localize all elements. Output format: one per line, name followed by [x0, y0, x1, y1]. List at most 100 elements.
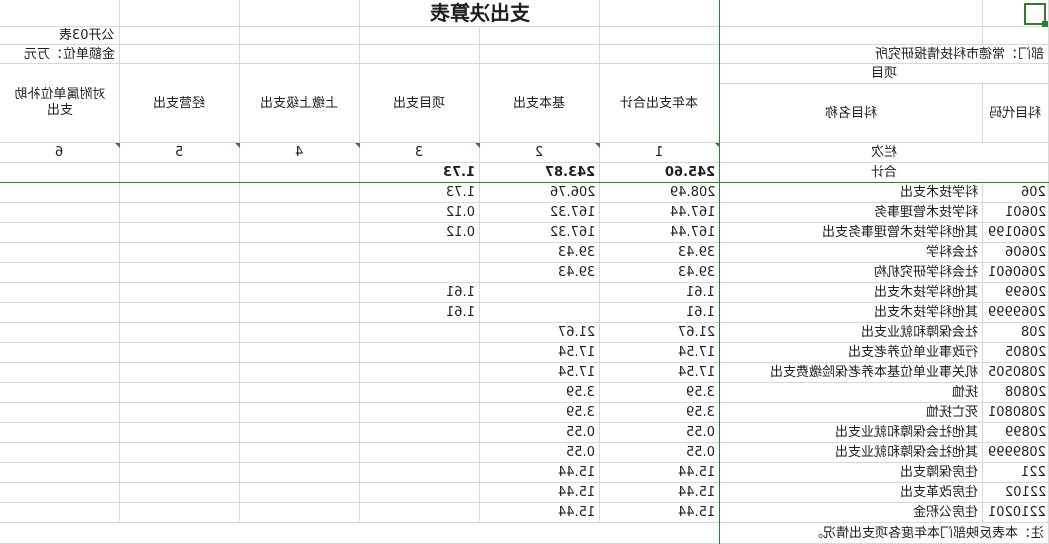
cell-empty[interactable]	[0, 283, 120, 303]
cell-subject-name[interactable]: 其他社会保障和就业支出	[720, 423, 983, 443]
cell-subject-name[interactable]: 机关事业单位基本养老保险缴费支出	[720, 363, 983, 383]
header-project[interactable]: 项目	[720, 64, 1049, 84]
cell-subject-code[interactable]: 2060199	[983, 223, 1049, 243]
cell-project[interactable]: 0.12	[360, 223, 480, 243]
cell-empty[interactable]	[0, 503, 120, 523]
cell-empty[interactable]	[240, 383, 360, 403]
cell-empty[interactable]	[240, 363, 360, 383]
cell-empty[interactable]	[120, 283, 240, 303]
header-basic[interactable]: 基本支出	[480, 64, 600, 143]
cell-basic[interactable]: 15.44	[480, 503, 600, 523]
cell-project[interactable]	[360, 403, 480, 423]
cell-empty[interactable]	[120, 243, 240, 263]
cell-basic[interactable]	[480, 303, 600, 323]
cell-subject-code[interactable]: 20606	[983, 243, 1049, 263]
cell-empty[interactable]	[360, 27, 480, 45]
header-business[interactable]: 经营支出	[120, 64, 240, 143]
cell-empty[interactable]	[240, 27, 360, 45]
index-4[interactable]: 4	[240, 143, 360, 163]
index-6[interactable]: 6	[0, 143, 120, 163]
cell-empty[interactable]	[120, 263, 240, 283]
cell-subject-name[interactable]: 抚恤	[720, 383, 983, 403]
cell-total[interactable]: 15.44	[600, 483, 720, 503]
cell-project[interactable]: 1.73	[360, 183, 480, 203]
cell-basic[interactable]: 21.67	[480, 323, 600, 343]
cell-subject-name[interactable]: 住房改革支出	[720, 483, 983, 503]
cell-total[interactable]: 167.44	[600, 223, 720, 243]
cell-subject-name[interactable]: 社会科学	[720, 243, 983, 263]
cell-basic[interactable]: 39.43	[480, 243, 600, 263]
cell-subject-name[interactable]: 社会科学研究机构	[720, 263, 983, 283]
cell-subject-name[interactable]: 其他科学技术管理事务支出	[720, 223, 983, 243]
cell-empty[interactable]	[0, 343, 120, 363]
header-subsidy[interactable]: 对附属单位补助支出	[0, 64, 120, 143]
cell-empty[interactable]	[0, 423, 120, 443]
cell-empty[interactable]	[0, 383, 120, 403]
cell-empty[interactable]	[120, 503, 240, 523]
cell-total[interactable]: 1.61	[600, 283, 720, 303]
cell-empty[interactable]	[240, 45, 360, 64]
cell-total[interactable]: 39.43	[600, 263, 720, 283]
cell-subject-code[interactable]: 206	[983, 183, 1049, 203]
cell-empty[interactable]	[0, 483, 120, 503]
cell-empty[interactable]	[240, 323, 360, 343]
cell-empty[interactable]	[0, 523, 720, 544]
cell-basic[interactable]: 167.32	[480, 203, 600, 223]
cell-empty[interactable]	[720, 0, 983, 27]
cell-basic[interactable]: 17.54	[480, 343, 600, 363]
cell-subject-code[interactable]: 20805	[983, 343, 1049, 363]
cell-empty[interactable]	[240, 0, 360, 27]
cell-total[interactable]: 208.49	[600, 183, 720, 203]
index-2[interactable]: 2	[480, 143, 600, 163]
cell-total[interactable]: 17.54	[600, 363, 720, 383]
cell-empty[interactable]	[240, 303, 360, 323]
cell-empty[interactable]	[600, 45, 720, 64]
cell-subject-name[interactable]: 科学技术管理事务	[720, 203, 983, 223]
cell-empty[interactable]	[480, 27, 600, 45]
cell-empty[interactable]	[0, 443, 120, 463]
cell-total[interactable]: 3.59	[600, 383, 720, 403]
cell-empty[interactable]	[120, 27, 240, 45]
cell-project[interactable]	[360, 363, 480, 383]
cell-basic[interactable]: 39.43	[480, 263, 600, 283]
cell-subject-name[interactable]: 死亡抚恤	[720, 403, 983, 423]
cell-empty[interactable]	[120, 383, 240, 403]
header-total[interactable]: 本年支出合计	[600, 64, 720, 143]
cell-empty[interactable]	[120, 403, 240, 423]
cell-empty[interactable]	[720, 27, 983, 45]
cell-basic[interactable]: 206.76	[480, 183, 600, 203]
cell-project[interactable]: 0.12	[360, 203, 480, 223]
cell-empty[interactable]	[240, 343, 360, 363]
cell-subject-name[interactable]: 住房公积金	[720, 503, 983, 523]
cell-basic[interactable]: 15.44	[480, 483, 600, 503]
cell-project[interactable]	[360, 243, 480, 263]
cell-empty[interactable]	[240, 183, 360, 203]
cell-empty[interactable]	[0, 183, 120, 203]
header-subject-code[interactable]: 科目代码	[983, 84, 1049, 143]
cell-subject-name[interactable]: 其他社会保障和就业支出	[720, 443, 983, 463]
cell-subject-code[interactable]: 20899	[983, 423, 1049, 443]
cell-empty[interactable]	[240, 503, 360, 523]
cell-subject-code[interactable]: 208	[983, 323, 1049, 343]
cell-empty[interactable]	[0, 463, 120, 483]
cell-subject-name[interactable]: 科学技术支出	[720, 183, 983, 203]
cell-empty[interactable]	[0, 323, 120, 343]
cell-empty[interactable]	[240, 223, 360, 243]
cell-subject-name[interactable]: 其他科学技术支出	[720, 303, 983, 323]
cell-project[interactable]	[360, 383, 480, 403]
cell-basic[interactable]: 3.59	[480, 383, 600, 403]
cell-empty[interactable]	[120, 463, 240, 483]
cell-basic[interactable]	[480, 283, 600, 303]
cell-empty[interactable]	[600, 0, 720, 27]
totals-basic[interactable]: 243.87	[480, 163, 600, 183]
cell-basic[interactable]: 15.44	[480, 463, 600, 483]
cell-empty[interactable]	[120, 363, 240, 383]
unit-label-cell[interactable]: 金额单位：万元	[0, 45, 120, 64]
cell-empty[interactable]	[120, 45, 240, 64]
cell-subject-code[interactable]: 2080801	[983, 403, 1049, 423]
cell-empty[interactable]	[0, 363, 120, 383]
cell-empty[interactable]	[0, 243, 120, 263]
cell-empty[interactable]	[120, 323, 240, 343]
cell-empty[interactable]	[120, 223, 240, 243]
totals-subsidy[interactable]	[0, 163, 120, 183]
